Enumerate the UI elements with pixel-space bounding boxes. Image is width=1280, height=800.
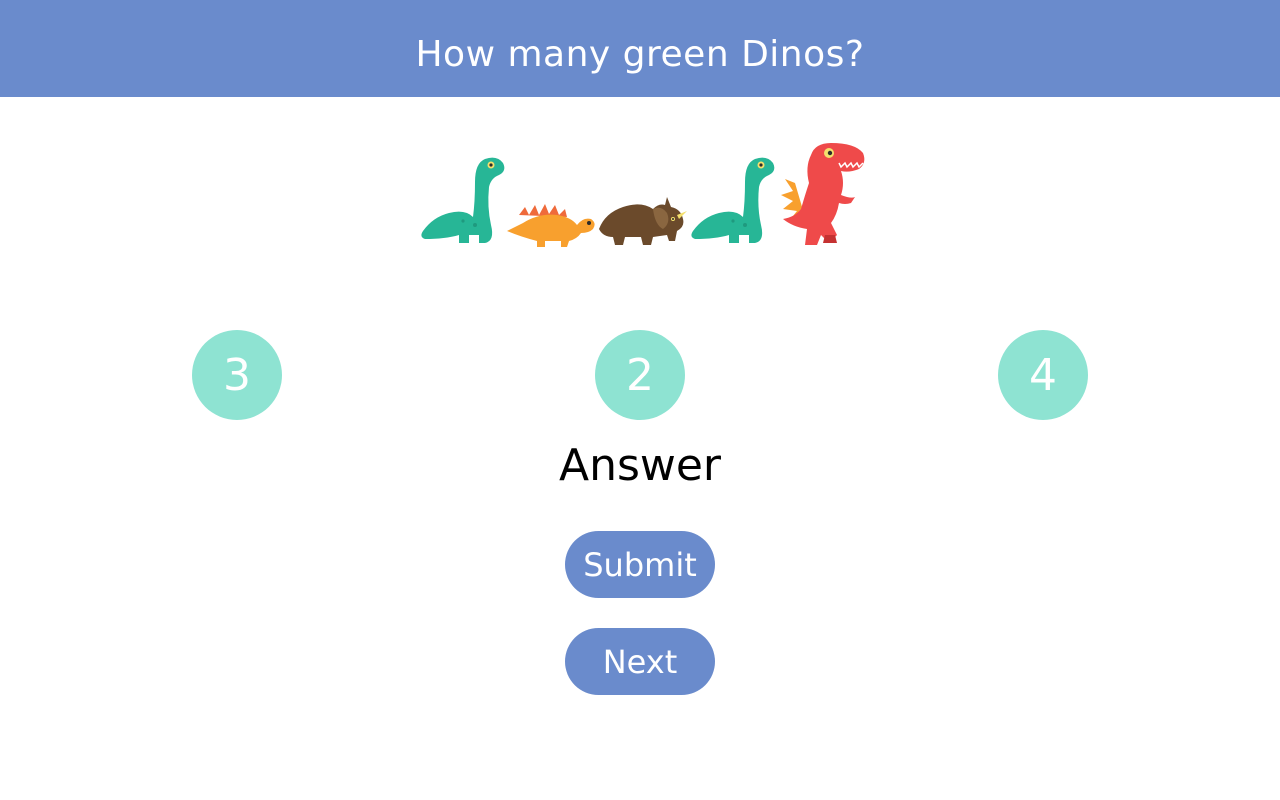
red-dino-icon <box>781 143 865 245</box>
choice-button-3[interactable]: 3 <box>192 330 282 420</box>
submit-button[interactable]: Submit <box>565 531 715 598</box>
choice-label: 4 <box>1029 349 1057 401</box>
choice-label: 2 <box>626 349 654 401</box>
dino-illustration-row <box>410 132 870 247</box>
brown-dino-icon <box>599 197 687 245</box>
next-button[interactable]: Next <box>565 628 715 695</box>
green-dino-icon <box>691 157 775 243</box>
choice-button-2[interactable]: 2 <box>595 330 685 420</box>
choice-button-4[interactable]: 4 <box>998 330 1088 420</box>
answer-label: Answer <box>558 440 722 491</box>
orange-dino-icon <box>507 204 595 247</box>
green-dino-icon <box>421 157 505 243</box>
choice-label: 3 <box>223 349 251 401</box>
question-header: How many green Dinos? <box>0 0 1280 97</box>
question-title: How many green Dinos? <box>415 34 865 75</box>
